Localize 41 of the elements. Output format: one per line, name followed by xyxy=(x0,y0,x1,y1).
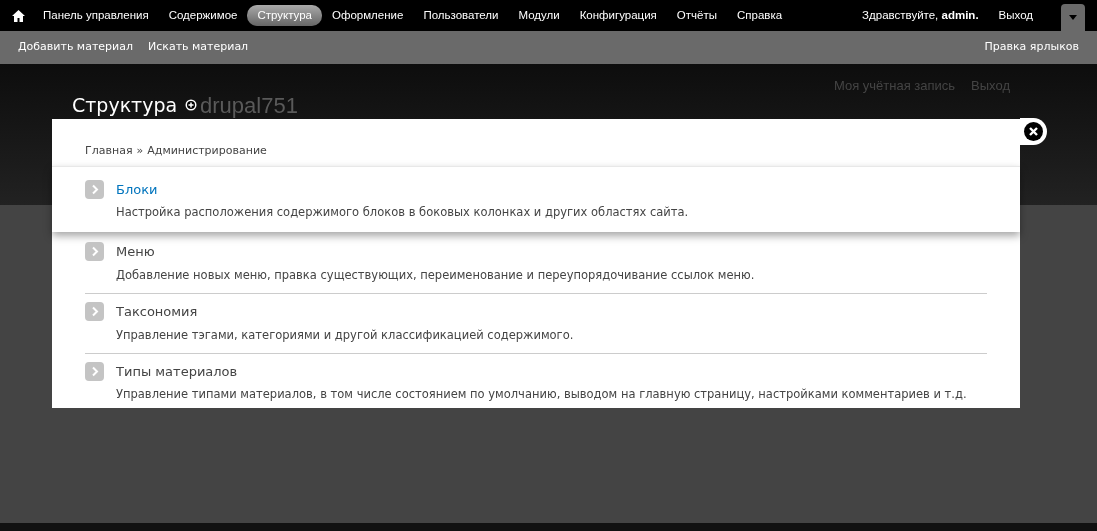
item-description: Настройка расположения содержимого блоков в боковых колонках и других областях сайта. xyxy=(116,204,689,221)
shortcut-link[interactable]: Искать материал xyxy=(148,39,249,56)
toolbar-menu-item[interactable]: Структура xyxy=(247,4,322,27)
breadcrumb-link[interactable]: Администрирование xyxy=(147,143,267,160)
shortcut-link[interactable]: Добавить материал xyxy=(18,39,133,56)
chevron-icon xyxy=(85,242,104,262)
close-button[interactable] xyxy=(1020,118,1047,145)
item-title-link[interactable]: Типы материалов xyxy=(116,361,967,382)
toolbar-menu-item[interactable]: Пользователи xyxy=(413,4,509,27)
greeting-text: Здравствуйте, admin. xyxy=(862,7,979,23)
breadcrumb-link[interactable]: Главная xyxy=(85,143,133,160)
toolbar-menu-item[interactable]: Оформление xyxy=(322,4,414,27)
toolbar-menu-item[interactable]: Справка xyxy=(726,4,793,27)
logout-link[interactable]: Выход xyxy=(998,6,1033,25)
toolbar-menu-item[interactable]: Панель управления xyxy=(33,4,159,27)
item-description: Управление тэгами, категориями и другой классификацией содержимого. xyxy=(116,326,574,344)
toolbar-menu-item[interactable]: Конфигурация xyxy=(569,4,667,27)
add-shortcut-icon[interactable] xyxy=(185,99,198,112)
edit-shortcuts-link[interactable]: Правка ярлыков xyxy=(984,39,1079,56)
item-description: Добавление новых меню, правка существующих, переименование и переупорядочивание ссылок меню. xyxy=(116,266,755,284)
item-description: Управление типами материалов, в том числе состоянием по умолчанию, выводом на главную страницу, настройками комментариев и т.д. xyxy=(116,386,967,404)
item-title-link[interactable]: Меню xyxy=(116,242,755,262)
chevron-icon xyxy=(85,361,104,381)
toolbar-menu-item[interactable]: Содержимое xyxy=(158,4,248,27)
caret-icon xyxy=(1069,15,1077,20)
chevron-icon xyxy=(85,302,104,321)
breadcrumb-separator: » xyxy=(136,143,144,159)
site-name: drupal751 xyxy=(200,93,299,118)
admin-list-item[interactable]: Блоки Настройка расположения содержимого блоков в боковых колонках и других областях сайта. xyxy=(52,165,1020,233)
overlay-title: Структура xyxy=(72,93,178,118)
item-title-link[interactable]: Таксономия xyxy=(116,302,574,322)
drawer-toggle-button[interactable] xyxy=(1061,4,1085,31)
toolbar-menu-item[interactable]: Модули xyxy=(508,4,570,27)
admin-list-item[interactable]: Типы материалов Управление типами материалов, в том числе состоянием по умолчанию, выводом на главную страницу, настройками комментариев и т.д. xyxy=(85,353,987,413)
toolbar-menu-item[interactable]: Отчёты xyxy=(666,4,727,27)
admin-list-item[interactable]: Меню Добавление новых меню, правка существующих, переименование и переупорядочивание ссылок меню. xyxy=(85,234,987,294)
close-icon xyxy=(1024,122,1043,141)
home-icon[interactable] xyxy=(12,9,25,22)
chevron-icon xyxy=(85,179,104,199)
item-title-link[interactable]: Блоки xyxy=(116,179,689,199)
admin-list-item[interactable]: Таксономия Управление тэгами, категориями и другой классификацией содержимого. xyxy=(85,294,987,354)
